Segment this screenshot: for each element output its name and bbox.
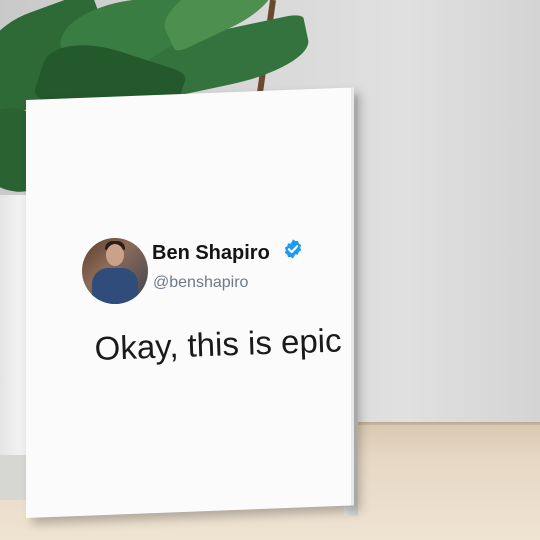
avatar	[82, 238, 148, 304]
avatar-head	[106, 244, 124, 266]
display-name: Ben Shapiro	[152, 242, 270, 264]
product-photo-scene: Ben Shapiro @benshapiro Okay, this is ep…	[0, 0, 540, 540]
avatar-body	[92, 268, 138, 304]
verified-badge-icon	[284, 239, 302, 259]
user-handle: @benshapiro	[153, 274, 249, 291]
art-board	[26, 87, 354, 519]
